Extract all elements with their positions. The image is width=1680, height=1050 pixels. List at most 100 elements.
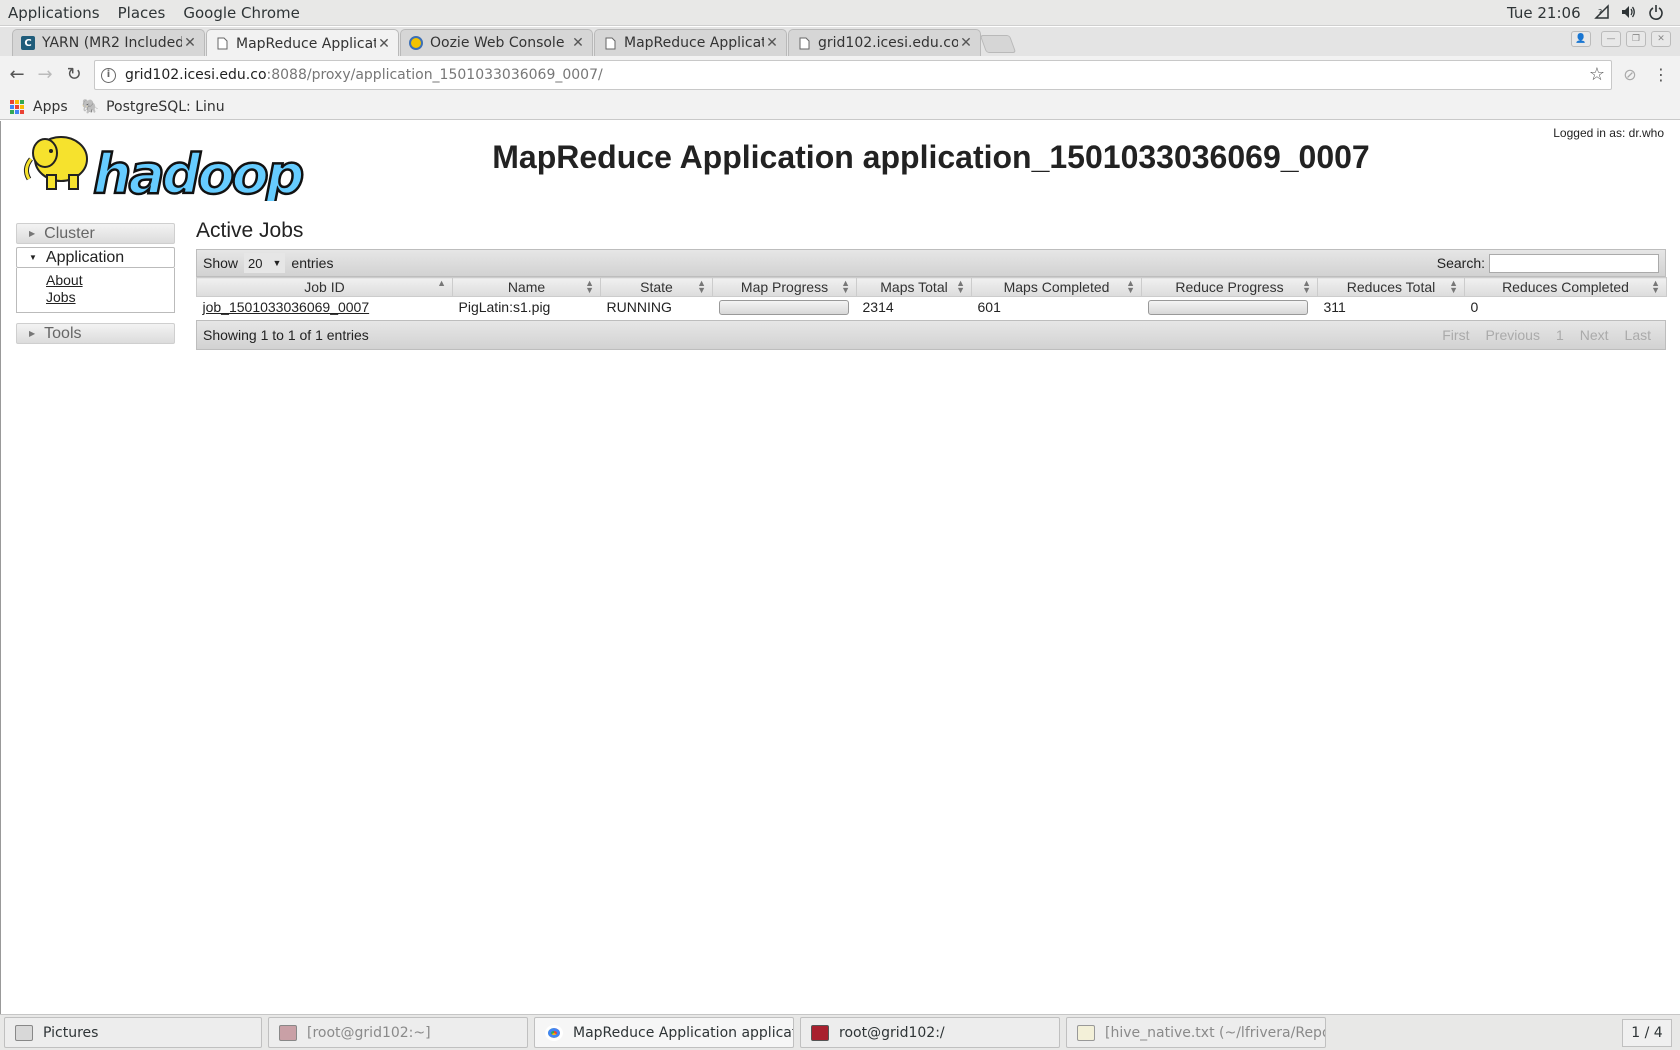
task-label: [root@grid102:~]: [307, 1024, 431, 1041]
chrome-menu-icon[interactable]: ⋮: [1651, 65, 1671, 85]
url-host: grid102.icesi.edu.co: [125, 67, 267, 83]
tab-label: grid102.icesi.edu.co: [818, 35, 958, 51]
dropdown-arrow-icon: ▼: [272, 258, 282, 268]
reload-icon[interactable]: ↻: [64, 65, 84, 85]
nav-link-about[interactable]: About: [46, 272, 174, 289]
column-header[interactable]: Reduces Completed ▲ ▼: [1464, 277, 1667, 297]
clock[interactable]: Tue 21:06: [1507, 4, 1581, 22]
url-text[interactable]: grid102.icesi.edu.co:8088/proxy/applicat…: [125, 67, 603, 83]
pager-next[interactable]: Next: [1572, 327, 1617, 343]
taskbar-terminal-1[interactable]: [root@grid102:~]: [268, 1017, 528, 1048]
sort-icon: ▲ ▼: [956, 278, 965, 295]
back-icon[interactable]: ←: [7, 65, 27, 85]
google-chrome-menu[interactable]: Google Chrome: [174, 4, 309, 22]
column-header-label: Map Progress: [740, 279, 829, 295]
network-icon[interactable]: ?: [1594, 4, 1610, 24]
column-header[interactable]: State ▲ ▼: [600, 277, 713, 297]
address-bar[interactable]: i grid102.icesi.edu.co:8088/proxy/applic…: [94, 60, 1612, 90]
nav-tools[interactable]: ▶ Tools: [16, 323, 175, 344]
bookmark-star-icon[interactable]: ☆: [1589, 64, 1605, 85]
close-icon[interactable]: ✕: [182, 35, 198, 51]
column-header[interactable]: Map Progress ▲ ▼: [712, 277, 857, 297]
entries-select[interactable]: 20 ▼: [244, 253, 286, 273]
power-icon[interactable]: [1648, 4, 1664, 24]
extension-icon[interactable]: ⊘: [1620, 65, 1640, 85]
chevron-right-icon: ▶: [29, 229, 36, 238]
forward-icon[interactable]: →: [35, 65, 55, 85]
tab-grid102[interactable]: grid102.icesi.edu.co ✕: [788, 29, 981, 56]
tab-oozie[interactable]: Oozie Web Console ✕: [400, 29, 593, 56]
tab-label: MapReduce Applicat: [624, 35, 764, 51]
system-top-bar: Applications Places Google Chrome Tue 21…: [0, 0, 1680, 26]
taskbar-pictures[interactable]: Pictures: [4, 1017, 262, 1048]
workspace-indicator[interactable]: 1 / 4: [1622, 1019, 1672, 1047]
close-window-button[interactable]: ✕: [1651, 31, 1671, 47]
column-header[interactable]: Maps Completed ▲ ▼: [971, 277, 1142, 297]
job-id-cell: job_1501033036069_0007: [197, 297, 453, 318]
column-header[interactable]: Reduces Total ▲ ▼: [1317, 277, 1465, 297]
column-header-label: State: [640, 279, 673, 295]
job-state-cell: RUNNING: [606, 299, 672, 316]
close-icon[interactable]: ✕: [958, 35, 974, 51]
tab-strip: C YARN (MR2 Included ✕ MapReduce Applica…: [0, 27, 1680, 57]
terminal-icon: [279, 1024, 297, 1041]
tab-label: MapReduce Applicat: [236, 35, 376, 52]
bookmark-postgresql[interactable]: 🐘 PostgreSQL: Linu: [82, 99, 225, 115]
sort-icon: ▲ ▼: [1449, 278, 1458, 295]
maximize-window-button[interactable]: ❐: [1626, 31, 1646, 47]
reduce-progress-bar: [1147, 299, 1308, 315]
applications-menu[interactable]: Applications: [0, 4, 109, 22]
reduces-total-cell: 311: [1323, 299, 1346, 316]
column-header[interactable]: Reduce Progress ▲ ▼: [1141, 277, 1318, 297]
places-menu[interactable]: Places: [109, 4, 175, 22]
close-icon[interactable]: ✕: [764, 35, 780, 51]
pager-previous[interactable]: Previous: [1477, 327, 1547, 343]
map-progress-bar: [718, 299, 849, 315]
entries-value: 20: [248, 255, 263, 271]
task-label: [hive_native.txt (~/lfrivera/Repositor..…: [1105, 1024, 1325, 1041]
taskbar-chrome[interactable]: MapReduce Application application_...: [534, 1017, 794, 1048]
tab-mapreduce-2[interactable]: MapReduce Applicat ✕: [594, 29, 787, 56]
profile-icon[interactable]: 👤: [1571, 31, 1591, 47]
pager-page-1[interactable]: 1: [1548, 327, 1572, 343]
logged-in-user: Logged in as: dr.who: [1553, 126, 1664, 140]
nav-cluster[interactable]: ▶ Cluster: [16, 223, 175, 244]
minimize-window-button[interactable]: —: [1601, 31, 1621, 47]
tab-yarn[interactable]: C YARN (MR2 Included ✕: [12, 29, 205, 56]
tab-mapreduce-active[interactable]: MapReduce Applicat ✕: [206, 29, 399, 57]
bookmark-apps[interactable]: Apps: [10, 99, 68, 115]
chevron-right-icon: ▶: [29, 329, 36, 338]
page-icon: [797, 36, 811, 50]
url-path: :8088/proxy/application_1501033036069_00…: [266, 67, 603, 83]
sort-icon: ▲ ▼: [585, 278, 594, 295]
nav-label: Tools: [44, 324, 82, 342]
taskbar-terminal-2[interactable]: root@grid102:/: [800, 1017, 1060, 1048]
pager-last[interactable]: Last: [1617, 327, 1659, 343]
table-footer: Showing 1 to 1 of 1 entries First Previo…: [196, 319, 1666, 350]
pager-first[interactable]: First: [1434, 327, 1477, 343]
sort-icon: ▲ ▼: [1651, 278, 1660, 295]
column-header[interactable]: Name ▲ ▼: [452, 277, 601, 297]
chevron-down-icon: ▼: [29, 253, 37, 262]
nav-application[interactable]: ▼ Application: [16, 247, 175, 268]
info-icon[interactable]: i: [101, 67, 116, 83]
close-icon[interactable]: ✕: [570, 35, 586, 51]
taskbar-text-editor[interactable]: [hive_native.txt (~/lfrivera/Repositor..…: [1066, 1017, 1326, 1048]
bookmark-label: Apps: [33, 98, 68, 115]
volume-icon[interactable]: [1620, 4, 1636, 24]
nav-link-jobs[interactable]: Jobs: [46, 289, 174, 306]
column-header-label: Reduces Completed: [1502, 279, 1629, 295]
sort-icon: ▲ ▼: [1126, 278, 1135, 295]
column-header[interactable]: Maps Total ▲ ▼: [856, 277, 972, 297]
table-controls: Show 20 ▼ entries Search:: [196, 249, 1666, 277]
nav-label: Cluster: [44, 224, 95, 242]
job-id-link[interactable]: job_1501033036069_0007: [203, 299, 370, 315]
entries-label: entries: [291, 255, 334, 271]
column-header[interactable]: Job ID ▲: [196, 277, 453, 297]
search-input[interactable]: [1489, 253, 1659, 273]
close-icon[interactable]: ✕: [376, 36, 392, 52]
new-tab-button[interactable]: [979, 35, 1017, 53]
sort-icon: ▲ ▼: [697, 278, 706, 295]
table-info: Showing 1 to 1 of 1 entries: [203, 326, 369, 343]
task-label: MapReduce Application application_...: [573, 1024, 793, 1041]
